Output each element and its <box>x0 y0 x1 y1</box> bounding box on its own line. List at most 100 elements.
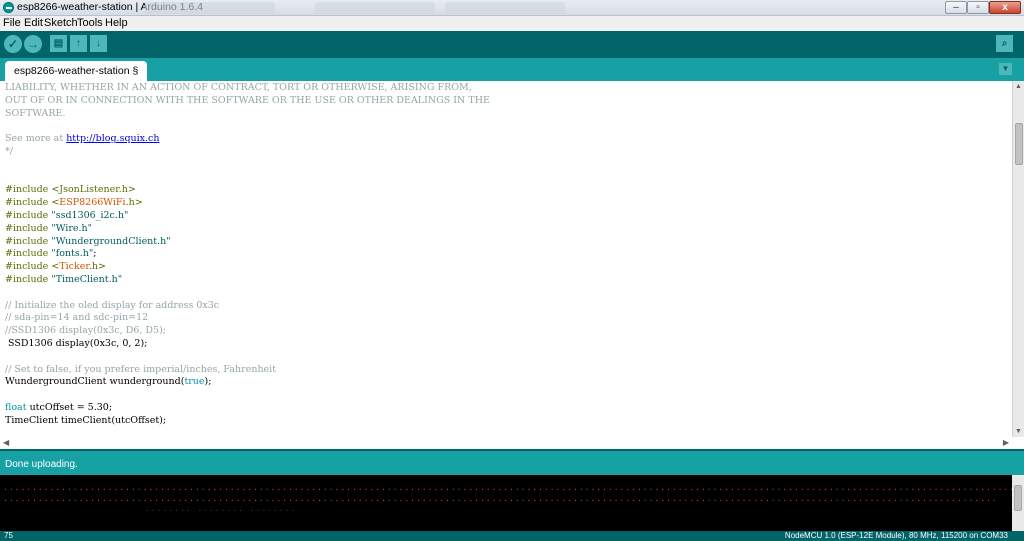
code-token: SSD1306 display(0x3c, 0, 2); <box>5 337 148 349</box>
code-editor[interactable]: LIABILITY, WHETHER IN AN ACTION OF CONTR… <box>0 81 1012 437</box>
tab-esp8266-weather-station[interactable]: esp8266-weather-station § <box>5 61 148 81</box>
scroll-left-icon[interactable]: ◀ <box>3 438 9 447</box>
code-line[interactable] <box>5 351 490 364</box>
code-line[interactable]: #include "Wire.h" <box>5 223 490 236</box>
save-sketch-icon[interactable]: ↓ <box>90 35 107 52</box>
menu-edit[interactable]: Edit <box>24 17 43 29</box>
code-token: #include <JsonListener.h> <box>5 184 136 196</box>
code-token: "fonts.h" <box>51 248 94 260</box>
code-token: TimeClient timeClient(utcOffset); <box>5 414 167 426</box>
new-sketch-icon[interactable]: ▤ <box>50 35 67 52</box>
code-line[interactable]: SSD1306 display(0x3c, 0, 2); <box>5 338 490 351</box>
close-button[interactable]: x <box>989 1 1021 14</box>
code-token: #include <box>5 235 52 247</box>
status-bar: Done uploading. <box>0 449 1024 475</box>
code-line[interactable]: // Initialize the oled display for addre… <box>5 300 490 313</box>
code-line[interactable]: #include <JsonListener.h> <box>5 184 490 197</box>
console-output[interactable]: ........................................… <box>0 475 1012 531</box>
code-line[interactable] <box>5 120 490 133</box>
line-number: 75 <box>4 531 13 540</box>
code-token: .h> <box>125 197 143 209</box>
code-line[interactable]: TimeClient timeClient(utcOffset); <box>5 415 490 428</box>
editor-horizontal-scrollbar[interactable]: ◀ ▶ <box>0 437 1012 449</box>
tab-menu-chevron-down-icon[interactable]: ▼ <box>999 63 1012 75</box>
code-link[interactable]: http://blog.squix.ch <box>66 133 159 144</box>
console-scrollbar[interactable] <box>1012 475 1024 531</box>
upload-icon[interactable]: → <box>24 35 42 53</box>
board-info: NodeMCU 1.0 (ESP-12E Module), 80 MHz, 11… <box>784 531 1008 540</box>
code-token: Ticker <box>59 261 89 273</box>
open-sketch-icon[interactable]: ↑ <box>70 35 87 52</box>
code-line[interactable] <box>5 287 490 300</box>
code-token: #include <box>5 273 52 285</box>
editor-vertical-scrollbar[interactable]: ▲ ▼ <box>1012 81 1024 437</box>
serial-monitor-icon[interactable]: ⌕ <box>996 35 1013 52</box>
code-token: #include <box>5 222 52 234</box>
menu-sketch[interactable]: Sketch <box>44 17 78 29</box>
menu-help[interactable]: Help <box>105 17 128 29</box>
arduino-logo-icon <box>3 2 14 13</box>
code-line[interactable]: #include "fonts.h"; <box>5 248 490 261</box>
code-line[interactable]: #include <Ticker.h> <box>5 261 490 274</box>
code-token: See more at <box>5 133 67 145</box>
code-line[interactable] <box>5 389 490 402</box>
code-token: LIABILITY, WHETHER IN AN ACTION OF CONTR… <box>5 82 472 93</box>
toolbar: ✓ → ▤ ↑ ↓ ⌕ <box>0 31 1024 58</box>
console-line: ........ ........ ........ <box>145 504 297 513</box>
code-token: #include < <box>5 197 60 209</box>
code-token: float <box>5 401 27 413</box>
code-line[interactable]: #include "WundergroundClient.h" <box>5 236 490 249</box>
code-line[interactable]: float utcOffset = 5.30; <box>5 402 490 415</box>
code-line[interactable]: WundergroundClient wunderground(true); <box>5 376 490 389</box>
code-line[interactable] <box>5 159 490 172</box>
background-window-ghost <box>145 2 275 14</box>
code-line[interactable]: #include <ESP8266WiFi.h> <box>5 197 490 210</box>
scrollbar-thumb[interactable] <box>1015 123 1023 165</box>
tab-strip: esp8266-weather-station § ▼ <box>0 58 1024 81</box>
code-line[interactable]: LIABILITY, WHETHER IN AN ACTION OF CONTR… <box>5 82 490 95</box>
scroll-down-icon[interactable]: ▼ <box>1015 428 1022 435</box>
code-token: ); <box>204 376 212 388</box>
code-token: #include <box>5 248 52 260</box>
code-token: WundergroundClient wunderground( <box>5 376 185 388</box>
code-line[interactable]: SOFTWARE. <box>5 108 490 121</box>
code-line[interactable]: // sda-pin=14 and sdc-pin=12 <box>5 312 490 325</box>
code-token: "TimeClient.h" <box>51 273 123 285</box>
code-token: utcOffset = 5.30; <box>26 401 113 413</box>
code-token: .h> <box>88 261 106 273</box>
code-token: // sda-pin=14 and sdc-pin=12 <box>5 312 149 324</box>
verify-icon[interactable]: ✓ <box>4 35 22 53</box>
code-line[interactable]: #include "ssd1306_i2c.h" <box>5 210 490 223</box>
menu-file[interactable]: File <box>3 17 21 29</box>
scrollbar-thumb[interactable] <box>1014 485 1022 511</box>
code-token: true <box>184 376 205 388</box>
code-token: //SSD1306 display(0x3c, D6, D5); <box>5 325 166 337</box>
scroll-up-icon[interactable]: ▲ <box>1015 83 1022 90</box>
code-line[interactable]: OUT OF OR IN CONNECTION WITH THE SOFTWAR… <box>5 95 490 108</box>
code-line[interactable]: //SSD1306 display(0x3c, D6, D5); <box>5 325 490 338</box>
background-window-ghost <box>445 2 565 14</box>
minimize-button[interactable]: – <box>945 1 967 14</box>
code-token: ESP8266WiFi <box>59 197 126 209</box>
console-line: ........................................… <box>3 494 998 503</box>
code-token: #include <box>5 209 52 221</box>
code-token: OUT OF OR IN CONNECTION WITH THE SOFTWAR… <box>5 94 490 106</box>
code-token: ; <box>93 248 97 260</box>
menu-tools[interactable]: Tools <box>77 17 103 29</box>
code-token: // Initialize the oled display for addre… <box>5 299 220 311</box>
code-token: // Set to false, if you prefere imperial… <box>5 363 277 375</box>
code-token: #include < <box>5 261 60 273</box>
code-line[interactable]: #include "TimeClient.h" <box>5 274 490 287</box>
code-token: SOFTWARE. <box>5 107 66 119</box>
code-token: "ssd1306_i2c.h" <box>51 209 129 221</box>
console-line: ........................................… <box>3 483 1012 492</box>
background-window-ghost <box>315 2 435 14</box>
scroll-right-icon[interactable]: ▶ <box>1003 438 1009 447</box>
code-line[interactable]: */ <box>5 146 490 159</box>
title-bar: esp8266-weather-station | Arduino 1.6.4 … <box>0 0 1024 16</box>
code-line[interactable] <box>5 172 490 185</box>
code-text[interactable]: LIABILITY, WHETHER IN AN ACTION OF CONTR… <box>5 82 490 428</box>
maximize-button[interactable]: ▫ <box>967 1 989 14</box>
code-line[interactable]: See more at http://blog.squix.ch <box>5 133 490 146</box>
code-line[interactable]: // Set to false, if you prefere imperial… <box>5 364 490 377</box>
